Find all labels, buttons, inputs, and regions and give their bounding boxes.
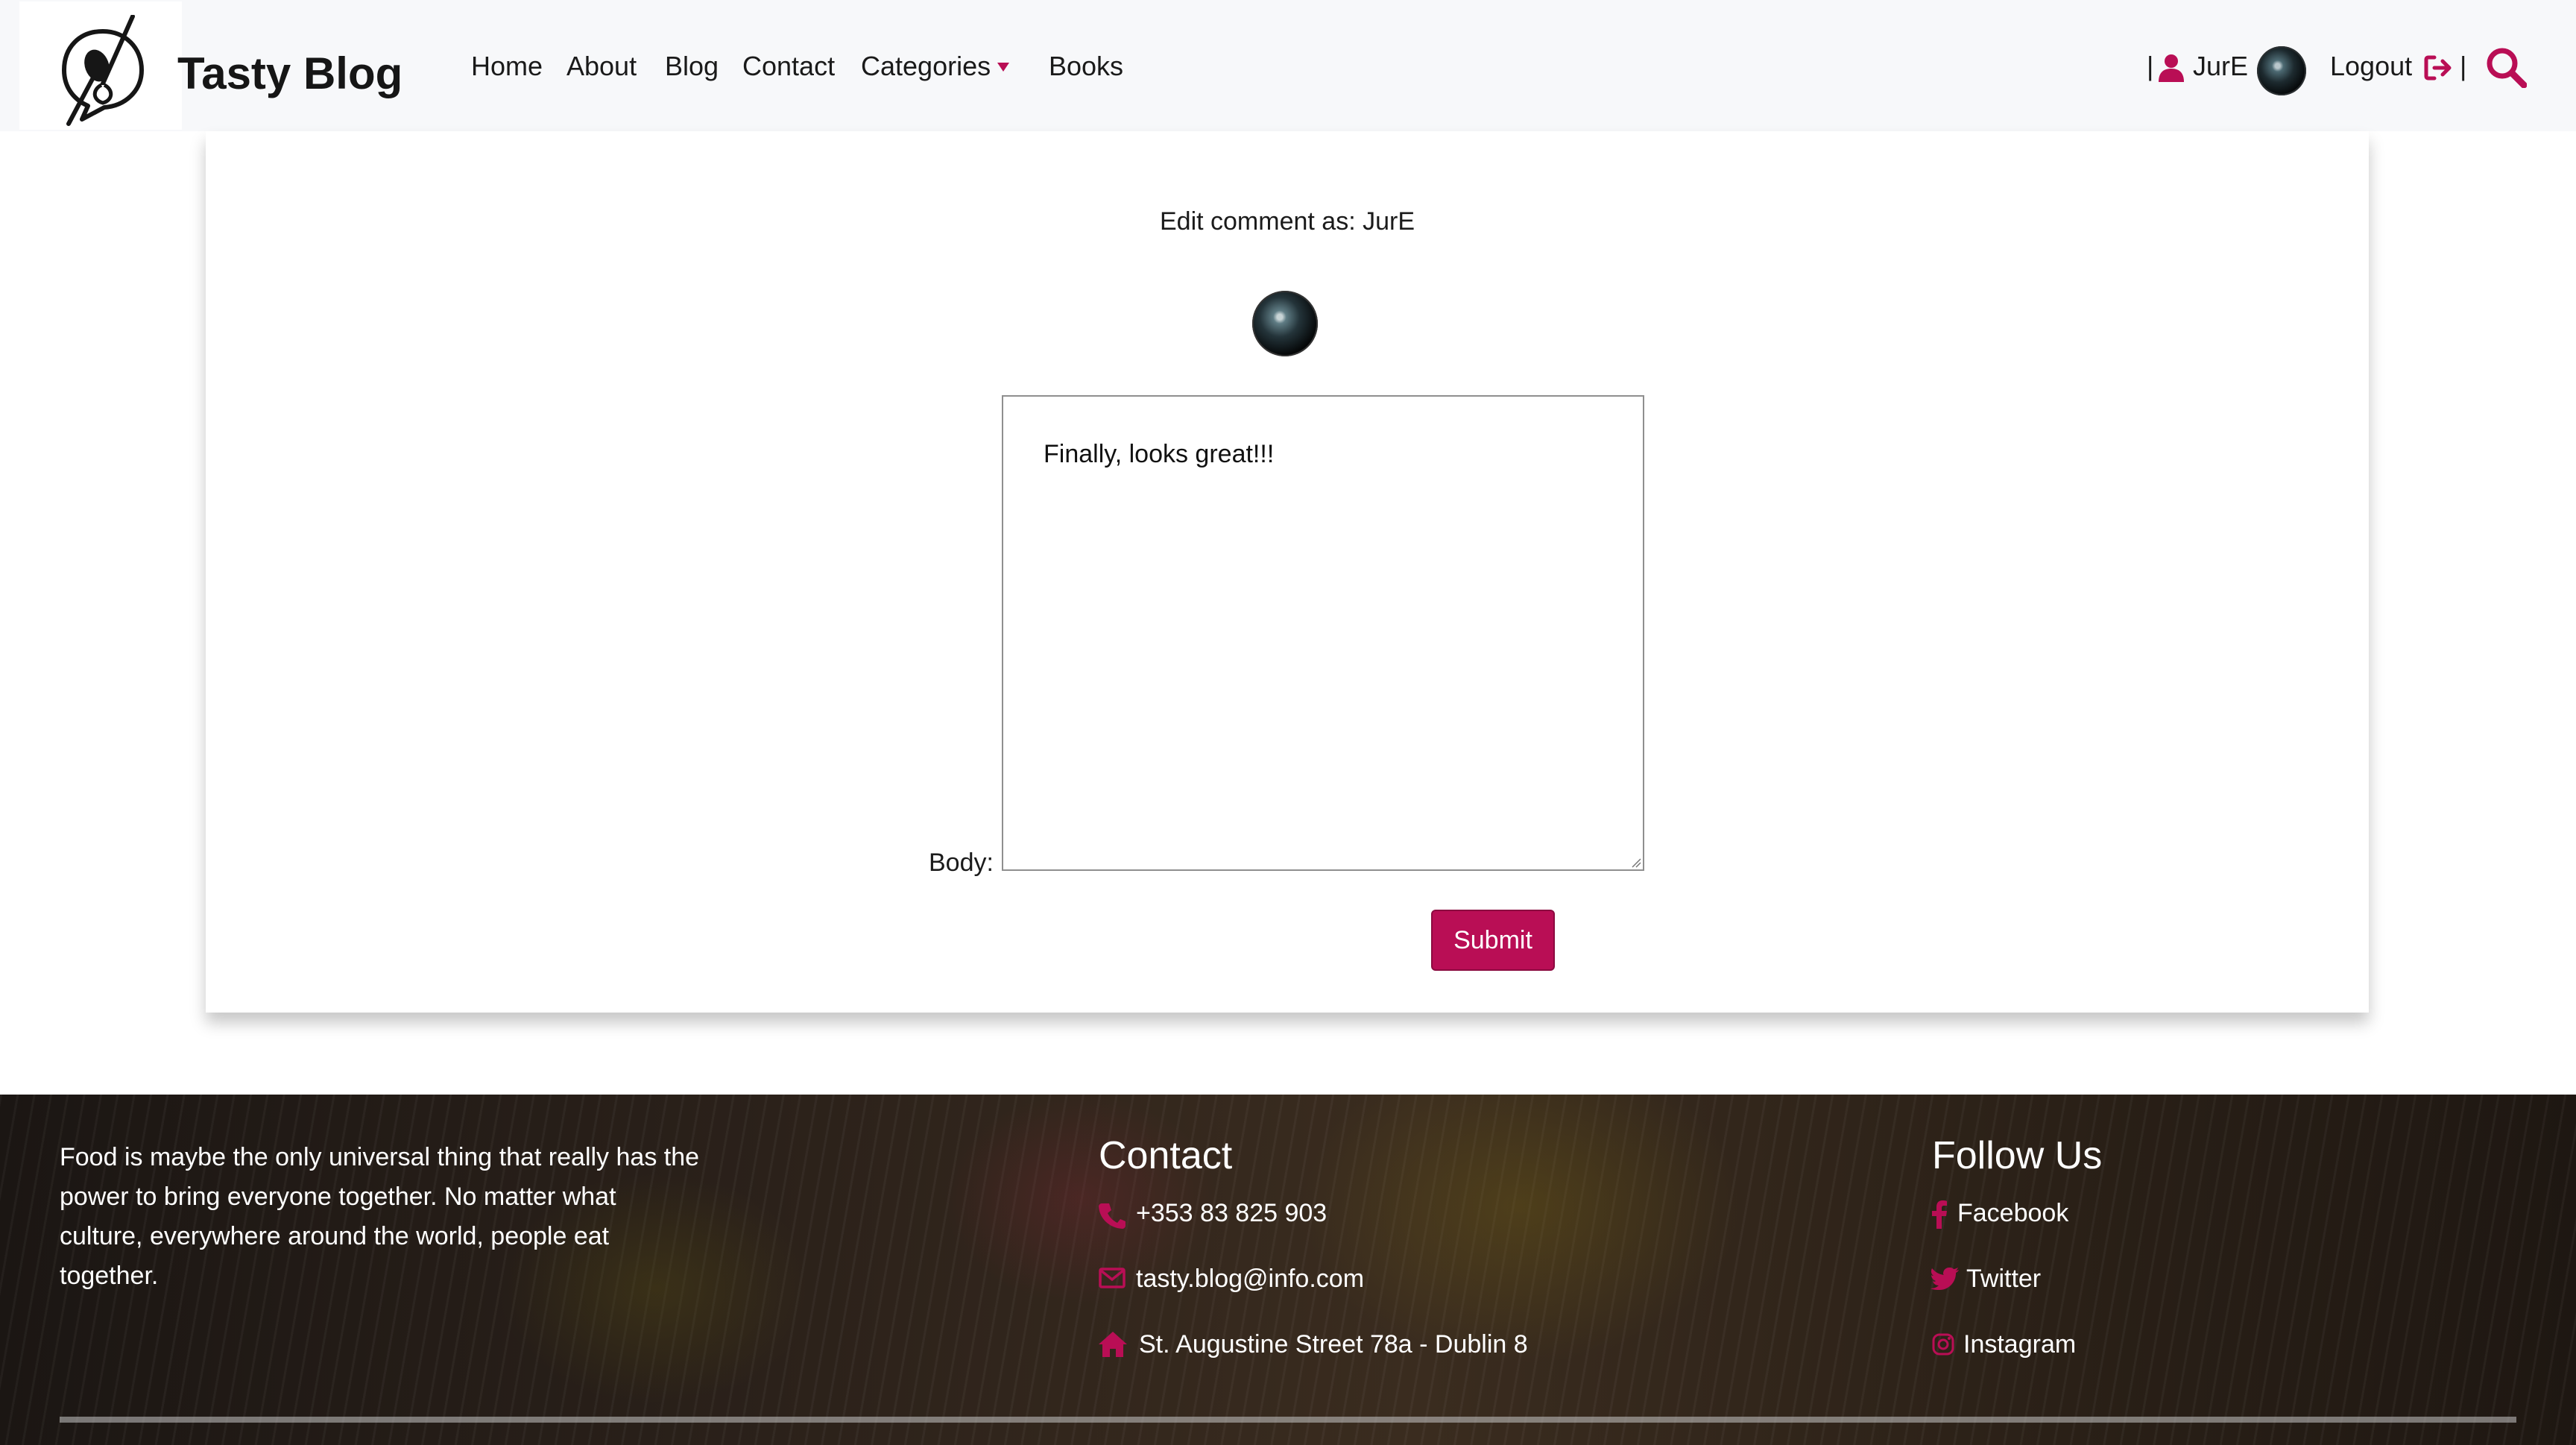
facebook-icon [1932, 1200, 1947, 1229]
logout-icon[interactable] [2424, 55, 2452, 81]
footer-follow-heading: Follow Us [1932, 1134, 2103, 1177]
nav-books[interactable]: Books [1049, 51, 1123, 82]
navbar: Tasty Blog Home About Blog Contact Categ… [0, 0, 2576, 131]
commenter-avatar [1252, 291, 1318, 356]
resize-handle-icon[interactable] [1631, 857, 1641, 868]
page: Tasty Blog Home About Blog Contact Categ… [0, 0, 2576, 1445]
nav-username[interactable]: JurE [2193, 51, 2248, 82]
footer-about-text: Food is maybe the only universal thing t… [60, 1143, 700, 1290]
edit-comment-card: Edit comment as: JurE Body: Finally, loo… [206, 131, 2369, 1013]
user-icon [2159, 54, 2184, 82]
nav-avatar[interactable] [2257, 46, 2306, 95]
footer-email[interactable]: tasty.blog@info.com [1136, 1265, 1364, 1294]
nav-categories[interactable]: Categories [861, 51, 991, 82]
footer-address: St. Augustine Street 78a - Dublin 8 [1139, 1330, 1528, 1359]
envelope-icon [1099, 1268, 1126, 1288]
home-icon [1099, 1332, 1127, 1357]
footer-twitter-link[interactable]: Twitter [1966, 1265, 2041, 1294]
body-label: Body: [929, 849, 994, 877]
instagram-icon [1932, 1333, 1954, 1356]
nav-blog[interactable]: Blog [665, 51, 719, 82]
comment-body-textarea[interactable]: Finally, looks great!!! [1002, 395, 1644, 871]
brand-name: Tasty Blog [177, 48, 403, 98]
footer-facebook-link[interactable]: Facebook [1957, 1199, 2068, 1228]
footer: Food is maybe the only universal thing t… [0, 1095, 2576, 1445]
nav-divider-left: | [2147, 51, 2154, 81]
twitter-icon [1931, 1268, 1959, 1290]
logout-link[interactable]: Logout [2330, 51, 2412, 82]
footer-phone[interactable]: +353 83 825 903 [1136, 1199, 1327, 1228]
nav-home[interactable]: Home [471, 51, 543, 82]
nav-contact[interactable]: Contact [742, 51, 835, 82]
edit-comment-heading: Edit comment as: JurE [1159, 207, 1415, 236]
footer-contact-heading: Contact [1099, 1134, 1233, 1177]
brand-link[interactable]: Tasty Blog [19, 1, 402, 130]
footer-divider [60, 1417, 2516, 1423]
footer-instagram-link[interactable]: Instagram [1963, 1330, 2076, 1359]
phone-icon [1099, 1203, 1126, 1229]
caret-down-icon[interactable] [997, 63, 1009, 72]
fork-spoon-chat-logo [62, 15, 144, 126]
nav-divider-right: | [2460, 51, 2467, 81]
search-icon[interactable] [2485, 46, 2527, 88]
submit-button[interactable]: Submit [1431, 910, 1555, 971]
nav-about[interactable]: About [566, 51, 637, 82]
